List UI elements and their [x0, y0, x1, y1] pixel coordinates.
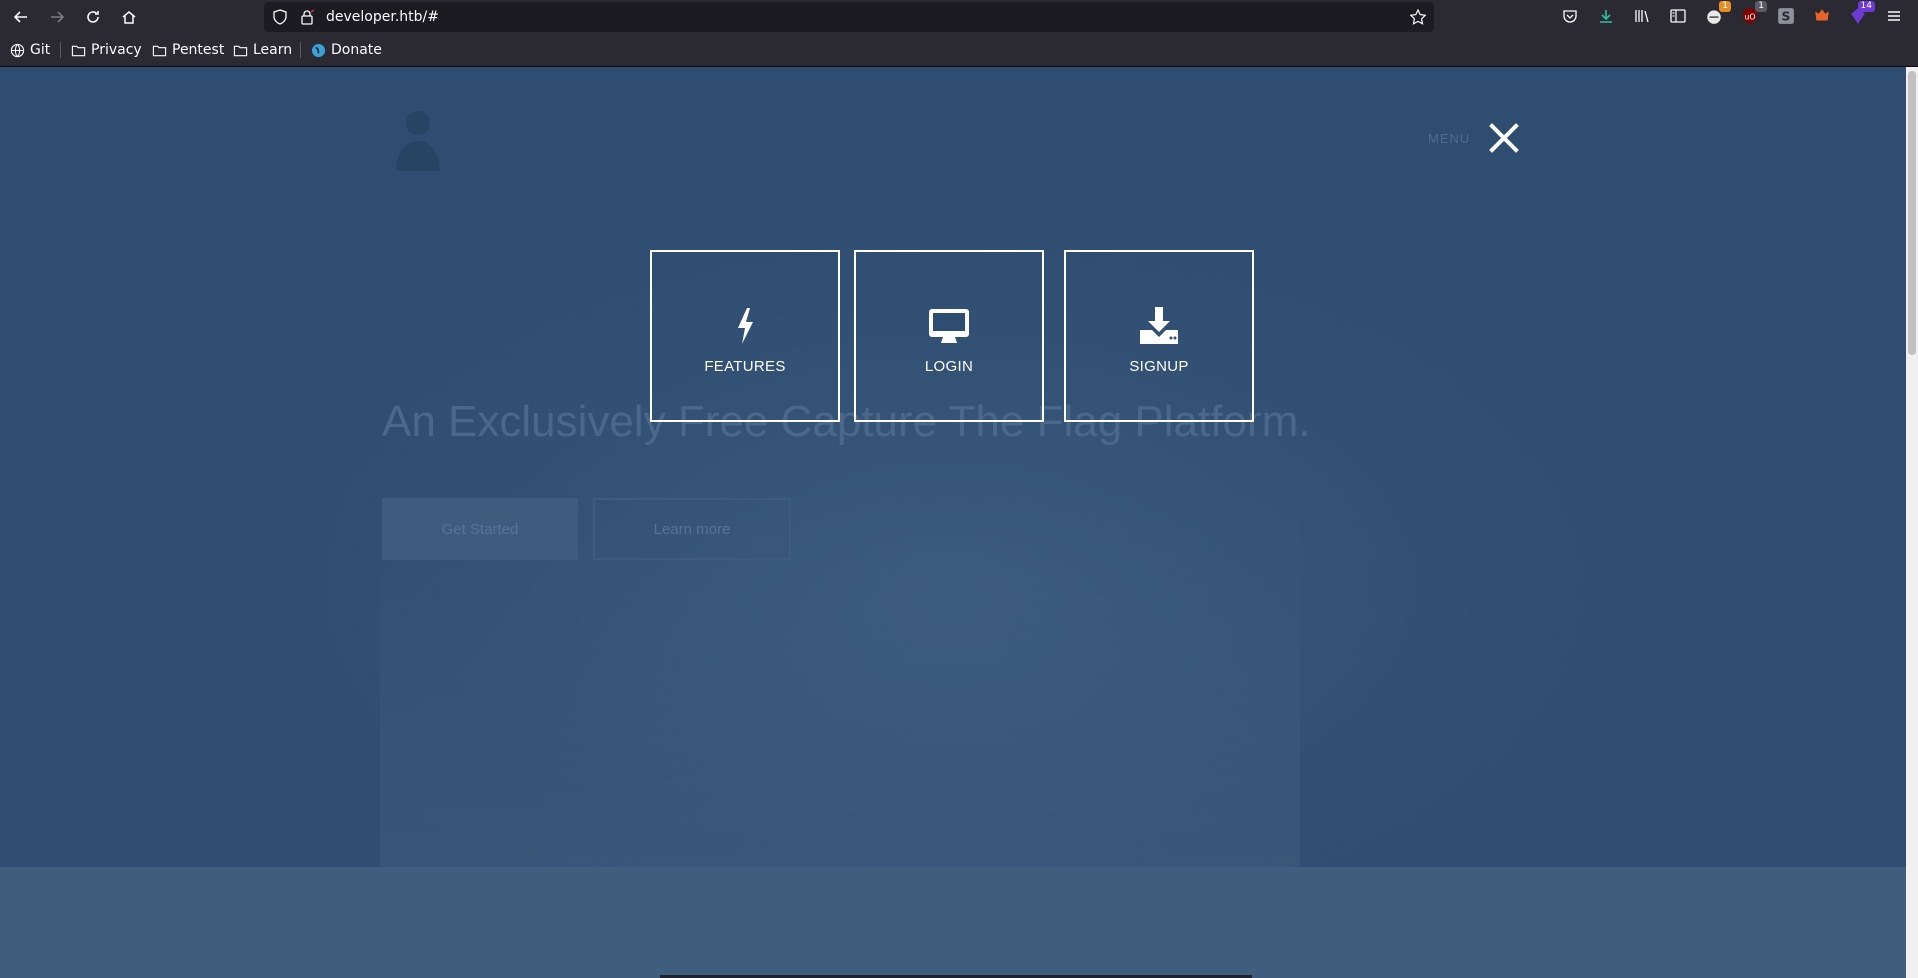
menu-tile-label: SIGNUP [1129, 357, 1189, 375]
donate-icon [311, 43, 326, 57]
next-section [0, 867, 1906, 978]
app-menu-button[interactable] [1885, 7, 1903, 25]
menu-tile-login[interactable]: LOGIN [854, 250, 1044, 422]
bookmark-label: Privacy [91, 42, 142, 58]
extension-badge: 14 [1857, 1, 1875, 12]
extension-foxyproxy-button[interactable]: 1 [1705, 1, 1731, 25]
bolt-icon [738, 307, 753, 344]
browser-toolbar: developer.htb/# 1 uO 1 S 14 [0, 0, 1918, 34]
bookmark-label: Donate [331, 42, 382, 58]
sidebar-icon [1670, 9, 1686, 23]
download-arrow-icon [1600, 10, 1612, 23]
hero-section: MENU An Exclusively Free Capture The Fla… [0, 67, 1906, 867]
extension-wappalyzer-button[interactable] [1813, 7, 1831, 25]
menu-tile-label: LOGIN [924, 357, 974, 375]
folder-icon [233, 45, 248, 56]
library-button[interactable] [1633, 7, 1651, 25]
shield-icon[interactable] [272, 9, 288, 25]
bookmark-separator [60, 42, 61, 58]
globe-icon [10, 43, 25, 57]
page-viewport: MENU An Exclusively Free Capture The Fla… [0, 67, 1906, 978]
bookmark-label: Learn [253, 42, 293, 58]
s-extension-icon: S [1778, 8, 1794, 24]
extension-badge: 1 [1719, 1, 1731, 12]
menu-toggle-label[interactable]: MENU [1428, 131, 1470, 146]
extension-badge: 1 [1755, 1, 1767, 12]
svg-text:uO: uO [1744, 12, 1755, 21]
reload-button[interactable] [81, 5, 105, 29]
download-icon [1140, 306, 1178, 344]
menu-tile-features[interactable]: FEATURES [650, 250, 840, 422]
pocket-button[interactable] [1561, 7, 1579, 25]
bookmark-folder-privacy[interactable]: Privacy [71, 40, 142, 60]
bookmark-separator [300, 42, 301, 58]
lock-icon[interactable] [299, 9, 315, 25]
home-button[interactable] [117, 5, 141, 29]
arrow-right-icon [51, 11, 65, 23]
get-started-button[interactable]: Get Started [382, 498, 578, 560]
bookmark-folder-learn[interactable]: Learn [233, 40, 292, 60]
arrow-left-icon [13, 11, 27, 23]
pocket-icon [1563, 10, 1577, 23]
forward-button[interactable] [45, 5, 69, 29]
library-icon [1635, 10, 1649, 23]
hamburger-icon [1888, 11, 1900, 21]
star-icon[interactable] [1410, 9, 1426, 25]
menu-tile-label: FEATURES [704, 357, 786, 375]
reload-icon [87, 11, 99, 23]
url-bar[interactable]: developer.htb/# [264, 2, 1434, 32]
extension-s-button[interactable]: S [1777, 7, 1795, 25]
page-scrollbar[interactable] [1906, 67, 1918, 978]
bookmark-git[interactable]: Git [10, 40, 50, 60]
fox-extension-icon [1815, 9, 1829, 21]
bookmark-label: Pentest [172, 42, 225, 58]
folder-icon [71, 45, 86, 56]
sidebar-button[interactable] [1669, 7, 1687, 25]
url-text[interactable]: developer.htb/# [326, 2, 439, 32]
bookmark-folder-pentest[interactable]: Pentest [152, 40, 224, 60]
svg-text:S: S [1782, 10, 1791, 24]
close-menu-button[interactable] [1484, 118, 1524, 158]
site-logo[interactable] [392, 105, 444, 171]
bookmark-label: Git [30, 42, 51, 58]
folder-icon [152, 45, 167, 56]
back-button[interactable] [9, 5, 33, 29]
downloads-button[interactable] [1597, 7, 1615, 25]
bookmarks-toolbar: Git Privacy Pentest Learn Donate [0, 34, 1918, 67]
bookmark-donate[interactable]: Donate [311, 40, 382, 60]
close-icon [1489, 123, 1519, 153]
monitor-icon [929, 308, 969, 343]
home-icon [122, 11, 136, 24]
extension-hackbar-button[interactable]: 14 [1849, 1, 1875, 25]
menu-tile-signup[interactable]: SIGNUP [1064, 250, 1254, 422]
scrollbar-thumb[interactable] [1908, 71, 1916, 355]
learn-more-button[interactable]: Learn more [593, 498, 791, 560]
extension-ublock-button[interactable]: uO 1 [1741, 1, 1767, 25]
